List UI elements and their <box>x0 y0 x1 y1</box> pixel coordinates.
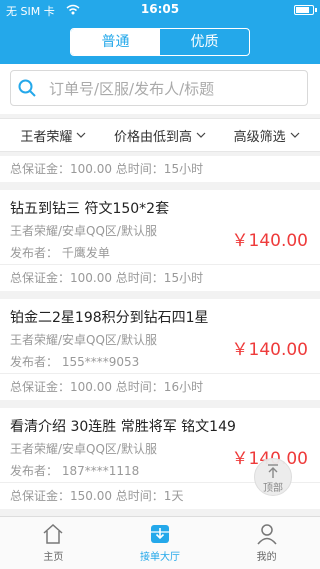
back-to-top-button[interactable]: 顶部 <box>254 458 292 496</box>
arrow-up-icon <box>268 464 278 478</box>
filter-game[interactable]: 王者荣耀 <box>0 119 107 151</box>
status-time: 16:05 <box>140 2 180 16</box>
chevron-down-icon <box>76 132 86 138</box>
home-icon <box>43 523 63 544</box>
order-hall-icon <box>151 525 169 543</box>
chevron-down-icon <box>196 132 206 138</box>
order-deposit-time: 总保证金：100.00 总时间：16小时 <box>10 380 204 394</box>
tab-mine[interactable]: 我的 <box>213 517 320 569</box>
tab-mine-label: 我的 <box>256 552 277 563</box>
order-card-partial: 总保证金：100.00 总时间：15小时 <box>0 156 320 182</box>
header: 普通 优质 <box>0 20 320 64</box>
search-box[interactable] <box>10 70 308 107</box>
order-title: 钻五到钻三 符文150*2套 <box>10 201 170 217</box>
person-icon <box>257 524 277 545</box>
order-title: 铂金二2星198积分到钻石四1星 <box>10 310 209 326</box>
segment-control: 普通 优质 <box>70 28 250 56</box>
back-to-top-label: 顶部 <box>263 483 283 494</box>
tab-home-label: 主页 <box>43 552 64 563</box>
filter-price-label: 价格由低到高 <box>114 129 193 145</box>
order-title: 看清介绍 30连胜 常胜将军 铭文149 <box>10 419 236 435</box>
tab-order-hall[interactable]: 接单大厅 <box>107 517 214 569</box>
search-input[interactable] <box>47 71 301 107</box>
status-bar: 无 SIM 卡 16:05 <box>0 0 320 20</box>
order-price: ￥140.00 <box>231 231 308 251</box>
segment-premium[interactable]: 优质 <box>160 29 249 55</box>
order-price: ￥140.00 <box>231 340 308 360</box>
search-area <box>0 64 320 114</box>
filter-game-label: 王者荣耀 <box>20 129 73 145</box>
battery-icon <box>294 5 317 15</box>
tab-order-hall-label: 接单大厅 <box>140 552 180 563</box>
search-icon <box>18 79 36 97</box>
chevron-down-icon <box>290 132 300 138</box>
tab-bar: 主页 接单大厅 我的 <box>0 516 320 569</box>
order-card[interactable]: 铂金二2星198积分到钻石四1星 王者荣耀/安卓QQ区/默认服 发布者： 155… <box>0 299 320 400</box>
segment-normal[interactable]: 普通 <box>71 29 160 55</box>
filter-price-sort[interactable]: 价格由低到高 <box>107 119 214 151</box>
filter-advanced-label: 高级筛选 <box>233 129 286 145</box>
filter-advanced[interactable]: 高级筛选 <box>213 119 320 151</box>
filter-bar: 王者荣耀 价格由低到高 高级筛选 <box>0 118 320 152</box>
tab-home[interactable]: 主页 <box>0 517 107 569</box>
order-card[interactable]: 钻五到钻三 符文150*2套 王者荣耀/安卓QQ区/默认服 发布者： 千鹰发单 … <box>0 190 320 291</box>
order-deposit-time: 总保证金：100.00 总时间：15小时 <box>10 271 204 285</box>
